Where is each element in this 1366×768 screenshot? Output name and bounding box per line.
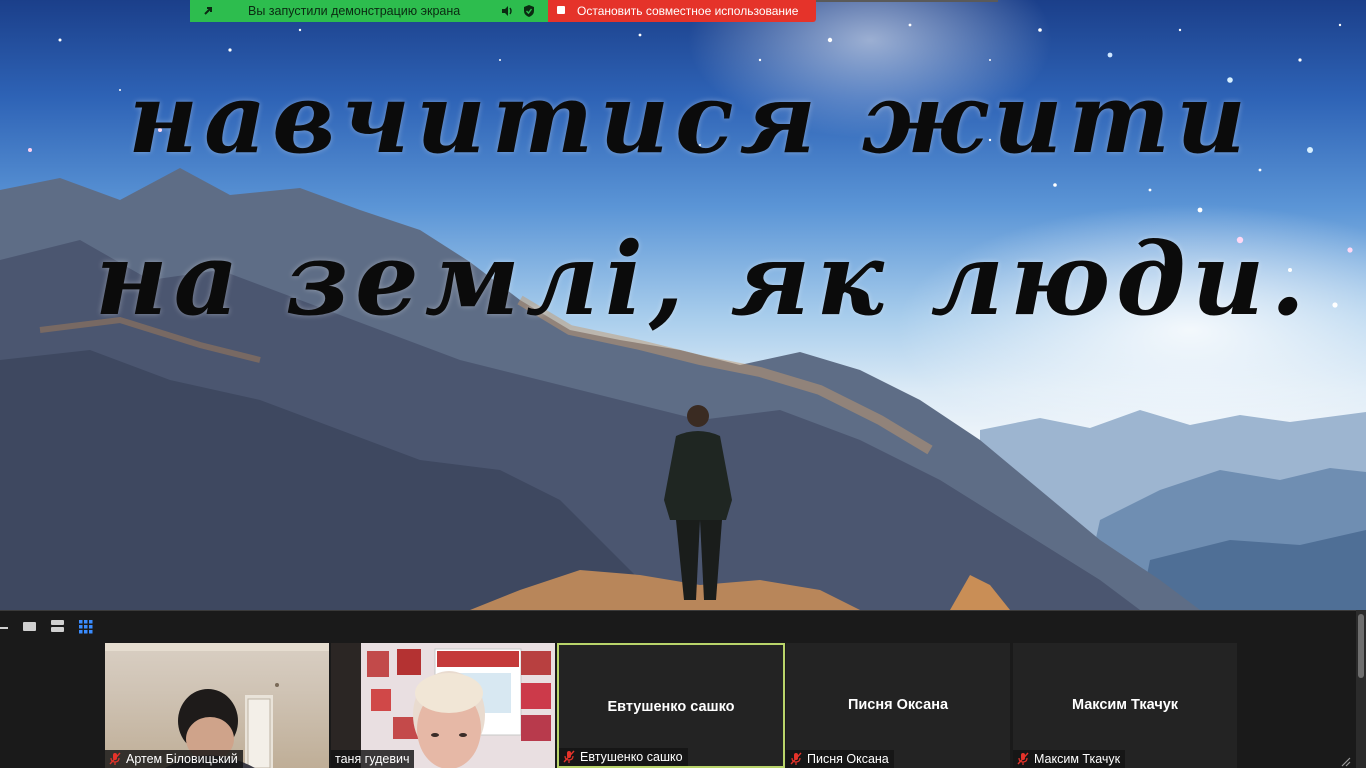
minimize-icon[interactable]: [0, 627, 8, 629]
top-border-line: [816, 0, 998, 2]
gallery-view-icon[interactable]: [79, 620, 93, 634]
mic-muted-icon: [1017, 752, 1029, 765]
stop-share-label: Остановить совместное использование: [577, 4, 799, 18]
share-status-bar[interactable]: Вы запустили демонстрацию экрана: [190, 0, 548, 22]
speaker-view-icon[interactable]: [23, 622, 36, 631]
mic-muted-icon: [563, 750, 575, 763]
participant-tile[interactable]: Максим Ткачук Максим Ткачук: [1013, 643, 1237, 768]
stop-share-button[interactable]: Остановить совместное использование: [548, 0, 816, 22]
security-shield-icon[interactable]: [523, 4, 535, 18]
participant-tile[interactable]: таня гудевич: [331, 643, 555, 768]
screen-share-toolbar: Вы запустили демонстрацию экрана Останов…: [190, 0, 816, 22]
zoom-screen-share-window: навчитися жити на землі, як люди. Вы зап…: [0, 0, 1366, 768]
share-status-text: Вы запустили демонстрацию экрана: [248, 4, 461, 18]
strip-view-icon[interactable]: [51, 620, 64, 632]
participant-tile[interactable]: Артем Біловицький: [105, 643, 329, 768]
mic-muted-icon: [109, 752, 121, 765]
participant-display-name: Евтушенко сашко: [607, 699, 735, 715]
participant-name-label: Артем Біловицький: [105, 750, 243, 768]
strip-scrollbar[interactable]: [1356, 610, 1366, 768]
stop-icon: [557, 6, 565, 14]
participant-tile[interactable]: Писня Оксана Писня Оксана: [786, 643, 1010, 768]
scrollbar-thumb[interactable]: [1358, 614, 1364, 678]
share-arrow-icon: [204, 7, 212, 15]
participant-name-label: Максим Ткачук: [1013, 750, 1126, 768]
view-controls: [0, 620, 93, 634]
slide-text-line-1: навчитися жити: [128, 62, 1252, 175]
participant-display-name: Писня Оксана: [847, 697, 949, 713]
audio-icon[interactable]: [501, 5, 515, 17]
resize-handle-icon[interactable]: [1341, 757, 1351, 767]
participant-name-label: таня гудевич: [331, 750, 415, 768]
participant-tile-active-speaker[interactable]: Евтушенко сашко Евтушенко сашко: [557, 643, 785, 768]
participant-name-label: Евтушенко сашко: [559, 748, 688, 766]
mic-muted-icon: [790, 752, 802, 765]
participant-display-name: Максим Ткачук: [1071, 697, 1179, 713]
strip-divider: [0, 610, 1356, 611]
slide-text-line-2: на землі, як люди.: [94, 220, 1312, 338]
participant-name-label: Писня Оксана: [786, 750, 894, 768]
shared-slide: навчитися жити на землі, як люди.: [0, 0, 1366, 610]
